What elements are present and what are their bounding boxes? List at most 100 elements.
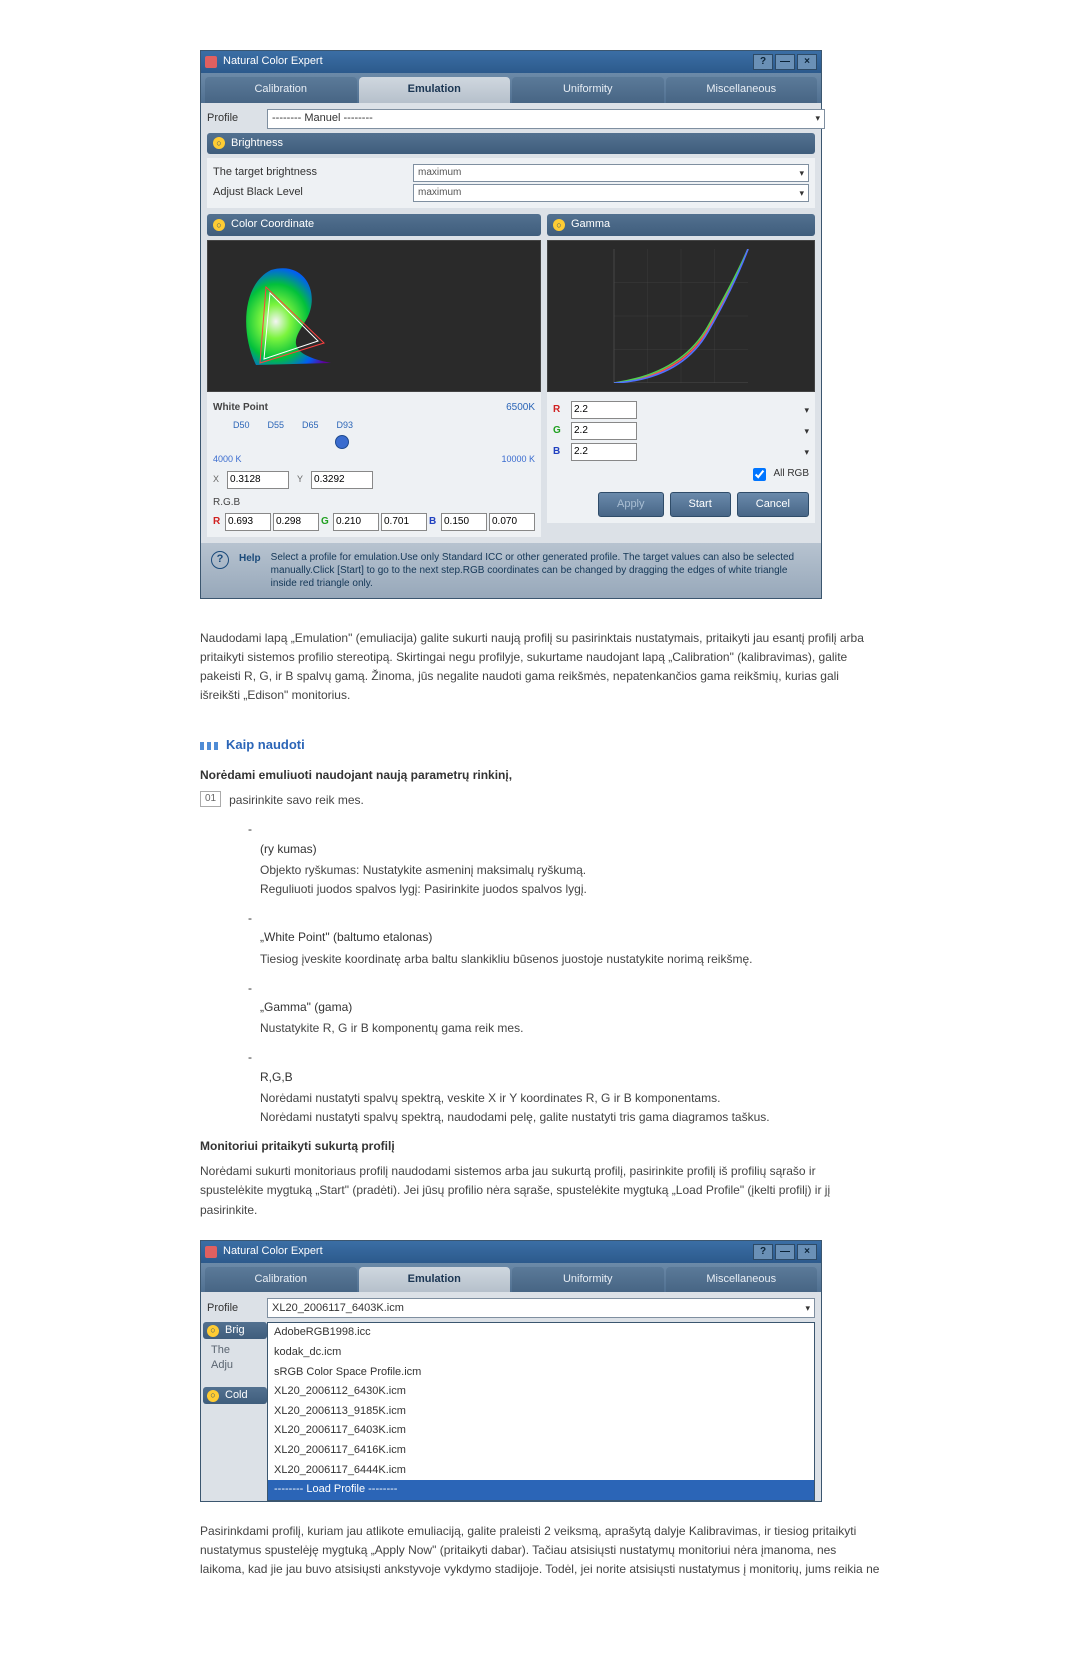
chevron-down-icon[interactable] xyxy=(641,445,809,459)
slider-thumb-icon[interactable] xyxy=(335,435,349,449)
profile-label: Profile xyxy=(207,1300,267,1318)
profile-select[interactable]: XL20_2006117_6403K.icm ▾ xyxy=(267,1298,815,1318)
ghost-cold: Cold xyxy=(225,1388,248,1403)
list-item: „White Point" (baltumo etalonas) Tiesiog… xyxy=(260,909,880,969)
brightness-title: Brightness xyxy=(231,135,283,153)
gamma-plot xyxy=(547,240,815,392)
list-item: „Gamma" (gama) Nustatykite R, G ir B kom… xyxy=(260,979,880,1039)
tab-emulation[interactable]: Emulation xyxy=(359,77,511,103)
target-brightness-select[interactable]: maximum xyxy=(413,164,809,182)
black-level-label: Adjust Black Level xyxy=(213,184,413,202)
wp-y-input[interactable] xyxy=(311,471,373,489)
tab-uniformity[interactable]: Uniformity xyxy=(512,1267,664,1293)
minimize-icon[interactable]: — xyxy=(775,54,795,70)
gamma-b-input[interactable] xyxy=(571,443,637,461)
r-x-input[interactable] xyxy=(225,513,271,531)
cie-diagram[interactable] xyxy=(207,240,541,392)
title-bar[interactable]: Natural Color Expert ? — × xyxy=(201,1241,821,1263)
help-text: Select a profile for emulation.Use only … xyxy=(271,551,811,590)
collapse-icon: ○ xyxy=(207,1325,219,1337)
help-icon[interactable]: ? xyxy=(753,1244,773,1260)
profile-label: Profile xyxy=(207,110,267,128)
tab-calibration[interactable]: Calibration xyxy=(205,1267,357,1293)
g-y-input[interactable] xyxy=(381,513,427,531)
scale-min: 4000 K xyxy=(213,452,242,466)
profile-option[interactable]: XL20_2006112_6430K.icm xyxy=(268,1382,814,1402)
profile-option[interactable]: XL20_2006117_6403K.icm xyxy=(268,1421,814,1441)
b-x-input[interactable] xyxy=(441,513,487,531)
help-bar: ? Help Select a profile for emulation.Us… xyxy=(201,543,821,598)
apply-button[interactable]: Apply xyxy=(598,492,664,518)
tab-uniformity[interactable]: Uniformity xyxy=(512,77,664,103)
minimize-icon[interactable]: — xyxy=(775,1244,795,1260)
chevron-down-icon[interactable] xyxy=(641,424,809,438)
section-title: Kaip naudoti xyxy=(200,735,880,756)
profile-option[interactable]: kodak_dc.icm xyxy=(268,1343,814,1363)
list-item: R,G,B Norėdami nustatyti spalvų spektrą,… xyxy=(260,1048,880,1127)
brightness-header[interactable]: ○ Brightness xyxy=(207,133,815,155)
collapse-icon: ○ xyxy=(553,219,565,231)
help-icon[interactable]: ? xyxy=(753,54,773,70)
gamma-r-input[interactable] xyxy=(571,401,637,419)
ghost-adju: Adju xyxy=(203,1358,267,1373)
profile-option[interactable]: sRGB Color Space Profile.icm xyxy=(268,1363,814,1383)
wp-y-label: Y xyxy=(297,472,303,486)
close-icon[interactable]: × xyxy=(797,54,817,70)
profile-select[interactable]: -------- Manuel -------- ▾ xyxy=(267,109,825,129)
tab-miscellaneous[interactable]: Miscellaneous xyxy=(666,1267,818,1293)
bullet-list: (ry kumas) Objekto ryškumas: Nustatykite… xyxy=(260,820,880,1127)
collapse-icon: ○ xyxy=(213,219,225,231)
profile-option[interactable]: AdobeRGB1998.icc xyxy=(268,1323,814,1343)
window-title: Natural Color Expert xyxy=(223,1243,323,1261)
profile-option[interactable]: XL20_2006117_6416K.icm xyxy=(268,1441,814,1461)
step-text: pasirinkite savo reik mes. xyxy=(229,791,364,810)
ghost-the: The xyxy=(203,1343,267,1358)
profile-option-load[interactable]: -------- Load Profile -------- xyxy=(268,1480,814,1500)
black-level-select[interactable]: maximum xyxy=(413,184,809,202)
nce-window-profile-dropdown: Natural Color Expert ? — × Calibration E… xyxy=(200,1240,822,1502)
all-rgb-label: All RGB xyxy=(773,466,809,482)
gamma-header[interactable]: ○ Gamma xyxy=(547,214,815,236)
close-icon[interactable]: × xyxy=(797,1244,817,1260)
colorcoord-title: Color Coordinate xyxy=(231,216,314,234)
tab-calibration[interactable]: Calibration xyxy=(205,77,357,103)
nce-window-emulation: Natural Color Expert ? — × Calibration E… xyxy=(200,50,822,599)
help-circle-icon: ? xyxy=(211,551,229,569)
tab-miscellaneous[interactable]: Miscellaneous xyxy=(666,77,818,103)
d65-label: D65 xyxy=(302,418,319,432)
app-icon xyxy=(205,1246,217,1258)
b-y-input[interactable] xyxy=(489,513,535,531)
tab-emulation[interactable]: Emulation xyxy=(359,1267,511,1293)
all-rgb-checkbox[interactable] xyxy=(753,468,766,481)
d93-label: D93 xyxy=(337,418,354,432)
d50-label: D50 xyxy=(233,418,250,432)
colorcoord-header[interactable]: ○ Color Coordinate xyxy=(207,214,541,236)
cancel-button[interactable]: Cancel xyxy=(737,492,809,518)
rgb-title: R.G.B xyxy=(213,495,535,511)
list-item: (ry kumas) Objekto ryškumas: Nustatykite… xyxy=(260,820,880,899)
ghost-brightness: Brig xyxy=(225,1323,245,1338)
help-label: Help xyxy=(239,551,261,567)
bars-icon xyxy=(200,742,218,750)
r-y-input[interactable] xyxy=(273,513,319,531)
paragraph-2: Norėdami sukurti monitoriaus profilį nau… xyxy=(200,1162,880,1220)
chevron-down-icon[interactable] xyxy=(641,403,809,417)
g-x-input[interactable] xyxy=(333,513,379,531)
subtitle-new-params: Norėdami emuliuoti naudojant naują param… xyxy=(200,766,880,785)
start-button[interactable]: Start xyxy=(670,492,731,518)
collapse-icon: ○ xyxy=(207,1390,219,1402)
profile-option[interactable]: XL20_2006113_9185K.icm xyxy=(268,1402,814,1422)
profile-selected-value: -------- Manuel -------- xyxy=(272,110,373,128)
whitepoint-title: White Point xyxy=(213,400,268,416)
window-title: Natural Color Expert xyxy=(223,53,323,71)
d55-label: D55 xyxy=(268,418,285,432)
profile-dropdown-list[interactable]: AdobeRGB1998.icc kodak_dc.icm sRGB Color… xyxy=(267,1322,815,1500)
title-bar[interactable]: Natural Color Expert ? — × xyxy=(201,51,821,73)
step-number: 01 xyxy=(200,791,221,807)
whitepoint-slider[interactable] xyxy=(213,434,535,448)
wp-x-input[interactable] xyxy=(227,471,289,489)
profile-option[interactable]: XL20_2006117_6444K.icm xyxy=(268,1461,814,1481)
app-icon xyxy=(205,56,217,68)
gamma-g-input[interactable] xyxy=(571,422,637,440)
paragraph-1: Naudodami lapą „Emulation" (emuliacija) … xyxy=(200,629,880,706)
